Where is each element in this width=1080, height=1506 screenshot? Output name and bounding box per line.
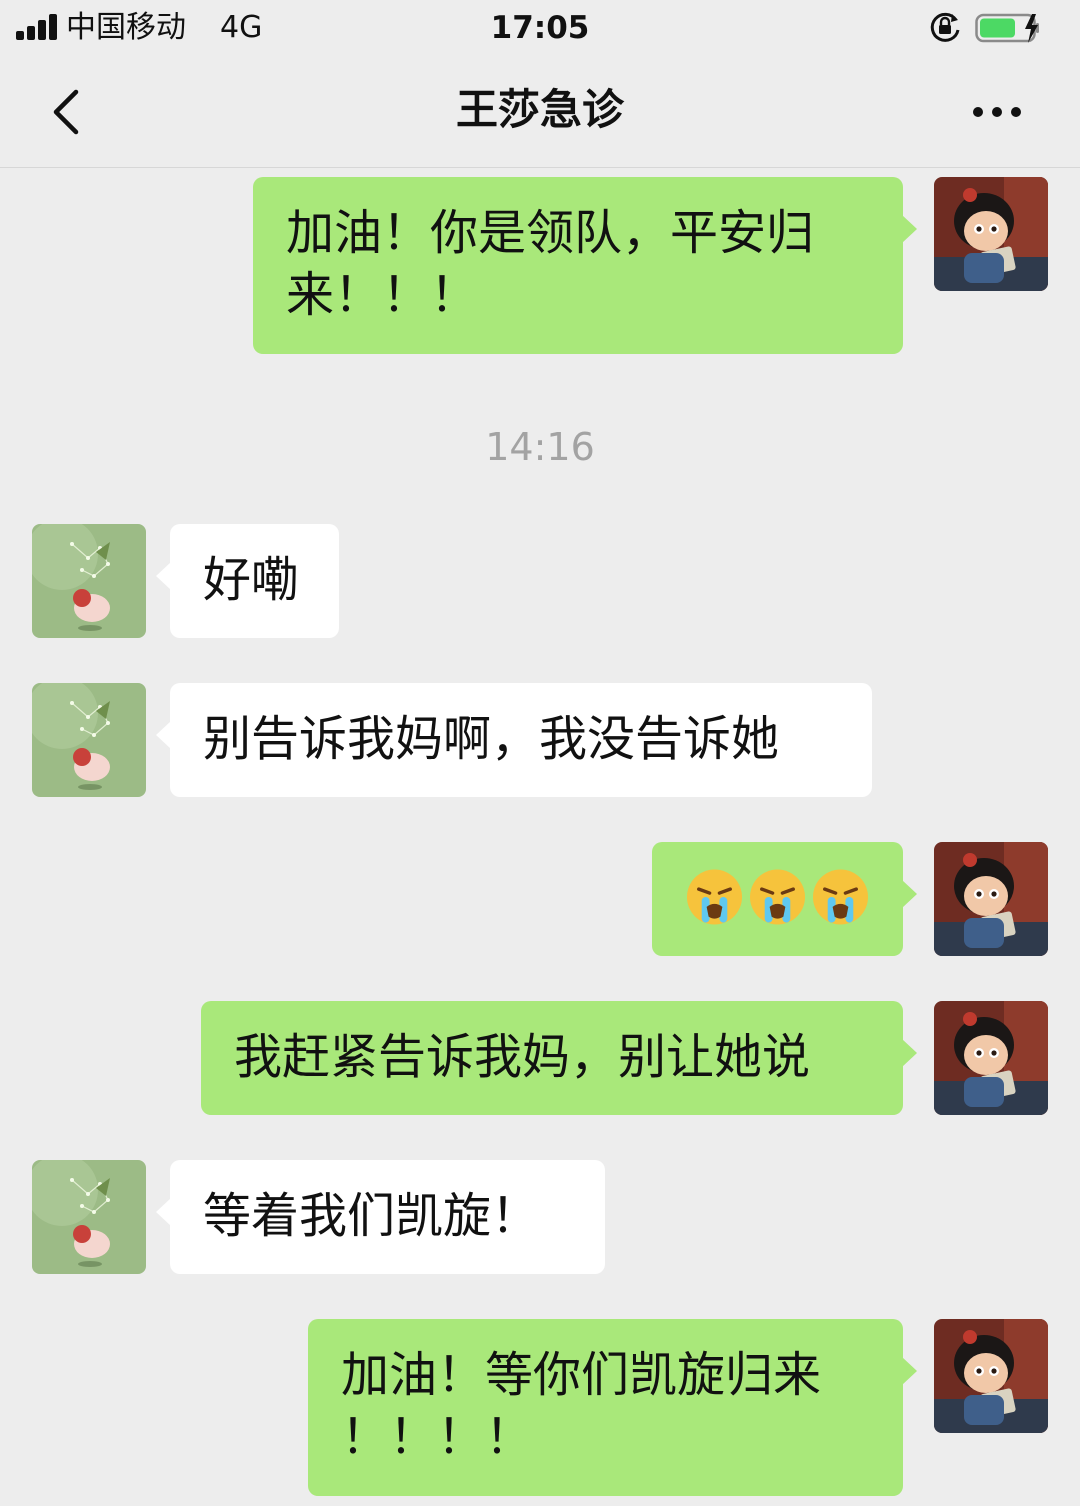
my-avatar[interactable] (934, 1319, 1048, 1433)
my-avatar[interactable] (934, 1001, 1048, 1115)
message-text: 别告诉我妈啊，我没告诉她 (203, 711, 780, 767)
message-text-line: ！！！！ (341, 1409, 534, 1465)
crying-face-icon (749, 869, 806, 925)
orientation-lock-icon (930, 12, 960, 42)
crying-face-icon (812, 869, 869, 925)
contact-message-bubble[interactable]: 等着我们凯旋！ (156, 1160, 605, 1274)
my-message-bubble[interactable]: 我赶紧告诉我妈，别让她说 (201, 1001, 917, 1115)
chat-title: 王莎急诊 (455, 85, 624, 134)
message-text: 好嘞 (203, 552, 300, 608)
crying-face-icon (686, 869, 743, 925)
status-bar: 中国移动 4G 17:05 (0, 0, 1080, 56)
more-dots-icon[interactable] (966, 92, 1028, 132)
contact-message-bubble[interactable]: 别告诉我妈啊，我没告诉她 (156, 683, 872, 797)
my-message-bubble[interactable]: 加油！你是领队，平安归 来！！！ (253, 177, 917, 354)
emoji-group (685, 863, 870, 927)
message-text-line: 加油！等你们凯旋归来 (341, 1347, 822, 1403)
message-text: 等着我们凯旋！ (203, 1188, 540, 1244)
contact-avatar[interactable] (32, 524, 146, 638)
my-avatar[interactable] (934, 842, 1048, 956)
message-text-line: 来！！！ (286, 267, 479, 323)
status-time: 17:05 (490, 10, 590, 46)
my-message-bubble[interactable]: 加油！等你们凯旋归来 ！！！！ (308, 1319, 917, 1496)
contact-avatar[interactable] (32, 683, 146, 797)
chat-header: 王莎急诊 (0, 56, 1080, 168)
message-text-line: 加油！你是领队，平安归 (286, 205, 815, 261)
my-message-bubble[interactable] (652, 842, 917, 956)
message-text: 我赶紧告诉我妈，别让她说 (234, 1029, 811, 1085)
contact-avatar[interactable] (32, 1160, 146, 1274)
my-avatar[interactable] (934, 177, 1048, 291)
battery-charging-icon (975, 13, 1039, 43)
contact-message-bubble[interactable]: 好嘞 (156, 524, 339, 638)
message-timestamp: 14:16 (485, 425, 595, 469)
